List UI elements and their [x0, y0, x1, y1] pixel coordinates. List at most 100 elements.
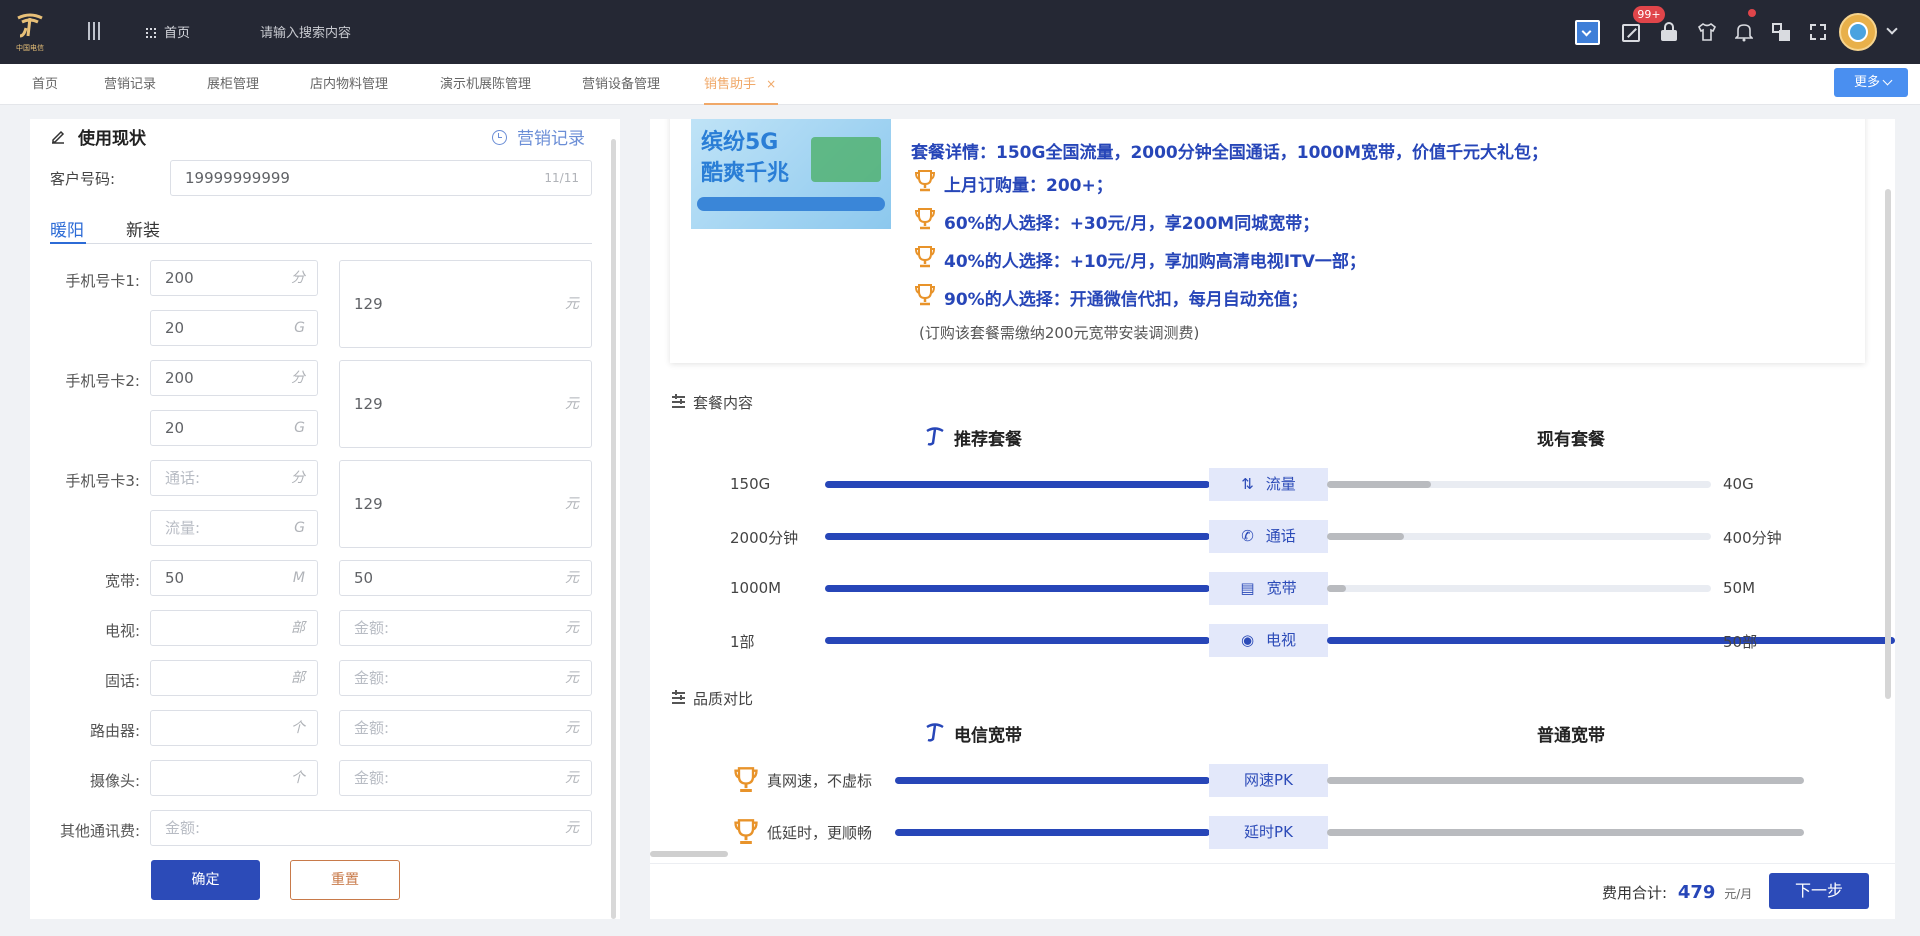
- shirt-icon[interactable]: [1697, 22, 1717, 42]
- tab-sales-assistant[interactable]: 销售助手 ×: [704, 64, 779, 105]
- gift-icon[interactable]: [1622, 24, 1640, 42]
- home-nav[interactable]: 首页: [146, 22, 190, 42]
- trophy-icon: [733, 766, 759, 798]
- card3-minutes-input[interactable]: 通话: 分: [150, 460, 318, 496]
- camera-count-input[interactable]: 个: [150, 760, 318, 796]
- promo-banner[interactable]: 缤纷5G 酷爽千兆: [691, 119, 891, 229]
- category-label: 电视: [1266, 631, 1297, 649]
- card2-fee-unit: 元: [565, 396, 579, 412]
- broadband-speed-input[interactable]: 50 M: [150, 560, 318, 596]
- current-bar: [1327, 533, 1404, 540]
- menu-icon[interactable]: [88, 22, 102, 42]
- router-fee-unit: 元: [565, 720, 579, 736]
- current-package-title: 现有套餐: [1537, 430, 1605, 450]
- clock-icon: [492, 130, 507, 145]
- eye-icon: ◉: [1240, 631, 1255, 649]
- tv-fee-input[interactable]: 金额: 元: [339, 610, 592, 646]
- card1-minutes-value: 200: [165, 269, 194, 287]
- camera-fee-input[interactable]: 金额: 元: [339, 760, 592, 796]
- category-pill: ▤ 宽带: [1209, 572, 1328, 605]
- tab-store-materials[interactable]: 店内物料管理: [310, 64, 388, 105]
- card2-fee-input[interactable]: 129 元: [339, 360, 592, 448]
- trophy-icon: [914, 207, 936, 235]
- more-button[interactable]: 更多: [1834, 68, 1908, 97]
- horizontal-scrollbar[interactable]: [650, 851, 728, 857]
- current-bar-track: [1327, 585, 1711, 592]
- settings-sliders-icon: [672, 394, 685, 408]
- subtab-nuanyang[interactable]: 暖阳: [50, 216, 84, 241]
- banner-strip: [697, 197, 885, 211]
- quality-claim: 低延时，更顺畅: [767, 824, 873, 842]
- total-fee-value: 479: [1677, 882, 1716, 903]
- landline-count-input[interactable]: 部: [150, 660, 318, 696]
- other-fee-input[interactable]: 金额: 元: [150, 810, 592, 846]
- tab-home[interactable]: 首页: [32, 64, 58, 105]
- tab-cabinet-management[interactable]: 展柜管理: [207, 64, 259, 105]
- usage-status-panel: 使用现状 营销记录 客户号码: 19999999999 11/11 暖阳 新装 …: [30, 119, 620, 919]
- tab-demo-device-display[interactable]: 演示机展陈管理: [440, 64, 531, 105]
- header-search-input[interactable]: 请输入搜索内容: [260, 22, 351, 41]
- lock-icon[interactable]: [1661, 22, 1677, 42]
- broadband-fee-input[interactable]: 50 元: [339, 560, 592, 596]
- landline-label: 固话:: [104, 672, 140, 690]
- router-count-input[interactable]: 个: [150, 710, 318, 746]
- trophy-icon: [914, 245, 936, 273]
- quality-section-title: 品质对比: [693, 690, 754, 708]
- router-fee-input[interactable]: 金额: 元: [339, 710, 592, 746]
- banner-graphic: [811, 137, 881, 182]
- ordinary-quality-bar: [1327, 777, 1804, 784]
- card2-minutes-input[interactable]: 200 分: [150, 360, 318, 396]
- router-fee-placeholder: 金额:: [354, 719, 390, 737]
- card1-data-unit: G: [294, 320, 305, 336]
- card3-minutes-unit: 分: [291, 470, 305, 486]
- landline-fee-input[interactable]: 金额: 元: [339, 660, 592, 696]
- top-bar: 中国电信 首页 请输入搜索内容 99+: [0, 0, 1920, 64]
- camera-fee-placeholder: 金额:: [354, 769, 390, 787]
- recommended-bar: [825, 585, 1210, 592]
- footer-divider: [650, 863, 1895, 864]
- bell-dot: [1748, 9, 1756, 17]
- reset-button[interactable]: 重置: [290, 860, 400, 900]
- tab-marketing-device[interactable]: 营销设备管理: [582, 64, 660, 105]
- card1-minutes-input[interactable]: 200 分: [150, 260, 318, 296]
- more-label: 更多: [1854, 75, 1881, 90]
- card2-data-input[interactable]: 20 G: [150, 410, 318, 446]
- logo[interactable]: 中国电信: [12, 10, 48, 54]
- card3-fee-input[interactable]: 129 元: [339, 460, 592, 548]
- fullscreen-icon[interactable]: [1810, 24, 1826, 40]
- left-scrollbar[interactable]: [611, 139, 616, 919]
- confirm-button[interactable]: 确定: [151, 860, 260, 900]
- next-step-button[interactable]: 下一步: [1769, 873, 1869, 909]
- installation-fee-note: (订购该套餐需缴纳200元宽带安装调测费): [919, 324, 1200, 342]
- category-label: 通话: [1265, 527, 1296, 545]
- broadband-speed-value: 50: [165, 569, 185, 587]
- category-pill: ◉ 电视: [1209, 624, 1328, 657]
- right-scrollbar[interactable]: [1885, 189, 1891, 699]
- notification-badge: 99+: [1633, 6, 1665, 23]
- translate-icon[interactable]: [1772, 23, 1790, 41]
- camera-fee-unit: 元: [565, 770, 579, 786]
- card1-fee-input[interactable]: 129 元: [339, 260, 592, 348]
- broadband-label: 宽带:: [104, 572, 140, 590]
- tv-count-input[interactable]: 部: [150, 610, 318, 646]
- telecom-logo-icon: [924, 721, 946, 747]
- avatar[interactable]: [1839, 13, 1877, 51]
- tab-marketing-records[interactable]: 营销记录: [104, 64, 156, 105]
- dropdown-square-icon[interactable]: [1575, 20, 1600, 45]
- highlight-broadband-upsell: 60%的人选择：+30元/月，享200M同城宽带；: [944, 214, 1320, 234]
- card1-minutes-unit: 分: [291, 270, 305, 286]
- category-pill: ✆ 通话: [1209, 520, 1328, 553]
- marketing-record-link[interactable]: 营销记录: [492, 124, 585, 149]
- chevron-down-icon[interactable]: [1886, 23, 1898, 35]
- bell-icon[interactable]: [1735, 22, 1753, 42]
- current-value: 50部: [1723, 633, 1758, 651]
- landline-fee-placeholder: 金额:: [354, 669, 390, 687]
- card3-data-input[interactable]: 流量: G: [150, 510, 318, 546]
- close-icon[interactable]: ×: [766, 77, 776, 91]
- card1-data-input[interactable]: 20 G: [150, 310, 318, 346]
- subtab-xinzhuang[interactable]: 新装: [126, 216, 160, 241]
- customer-number-input[interactable]: 19999999999 11/11: [170, 160, 592, 196]
- card2-label: 手机号卡2:: [65, 372, 140, 390]
- logo-text: 中国电信: [16, 44, 44, 52]
- recommended-bar: [825, 533, 1210, 540]
